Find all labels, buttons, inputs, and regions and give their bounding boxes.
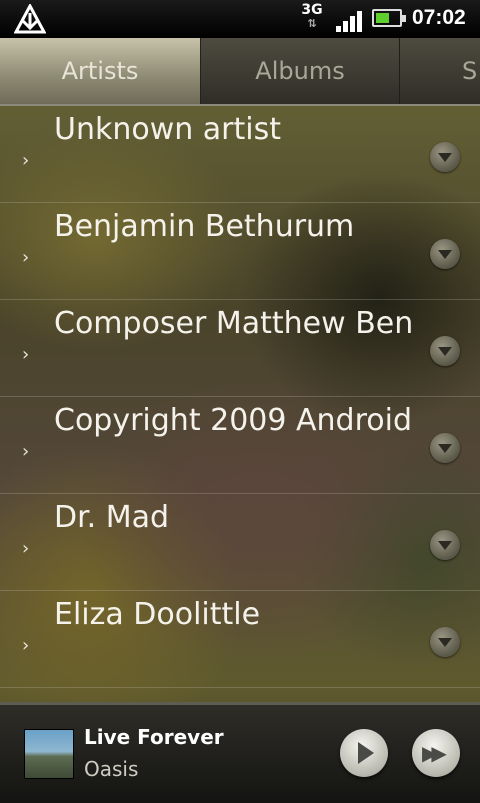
play-button[interactable] [340,729,388,777]
chevron-right-icon: › [22,635,30,656]
library-tab-bar: Artists Albums S [0,38,480,106]
artist-name: Benjamin Bethurum [54,209,355,244]
artist-name: Dr. Mad [54,500,170,535]
context-menu-icon[interactable] [430,627,460,657]
now-playing-bar[interactable]: Live Forever Oasis ▶▶ [0,702,480,803]
now-playing-artist: Oasis [84,757,139,781]
artist-name: Unknown artist [54,112,282,147]
list-item[interactable]: › Eliza Doolittle [0,591,480,688]
network-type-label: 3G [301,2,323,18]
battery-icon [372,9,406,27]
now-playing-title: Live Forever [84,725,224,749]
list-item[interactable]: › Unknown artist [0,106,480,203]
chevron-right-icon: › [22,344,30,365]
list-item[interactable]: › Benjamin Bethurum [0,203,480,300]
tab-artists[interactable]: Artists [0,38,201,104]
status-bar: 3G ⇅ 07:02 [0,0,480,38]
artist-name: Composer Matthew Ben [54,306,412,341]
next-track-button[interactable]: ▶▶ [412,729,460,777]
list-item[interactable]: › Dr. Mad [0,494,480,591]
artist-name: Eliza Doolittle [54,597,261,632]
context-menu-icon[interactable] [430,530,460,560]
list-item[interactable]: › Composer Matthew Ben [0,300,480,397]
network-type-indicator: 3G ⇅ [300,2,324,34]
context-menu-icon[interactable] [430,336,460,366]
chevron-right-icon: › [22,150,30,171]
warning-icon [14,4,46,34]
context-menu-icon[interactable] [430,142,460,172]
skip-next-icon: ▶▶ [422,741,447,765]
battery-level-fill [376,13,389,23]
artist-name: Copyright 2009 Android [54,403,412,438]
album-art-thumbnail[interactable] [24,729,74,779]
context-menu-icon[interactable] [430,433,460,463]
tab-songs[interactable]: S [400,38,480,104]
signal-strength-icon [336,10,364,32]
chevron-right-icon: › [22,538,30,559]
chevron-right-icon: › [22,247,30,268]
chevron-right-icon: › [22,441,30,462]
context-menu-icon[interactable] [430,239,460,269]
list-item[interactable]: › Copyright 2009 Android [0,397,480,494]
artist-list: › Unknown artist › Benjamin Bethurum › C… [0,106,480,702]
status-clock: 07:02 [412,6,466,29]
tab-albums[interactable]: Albums [201,38,400,104]
data-activity-icon: ⇅ [307,17,317,30]
